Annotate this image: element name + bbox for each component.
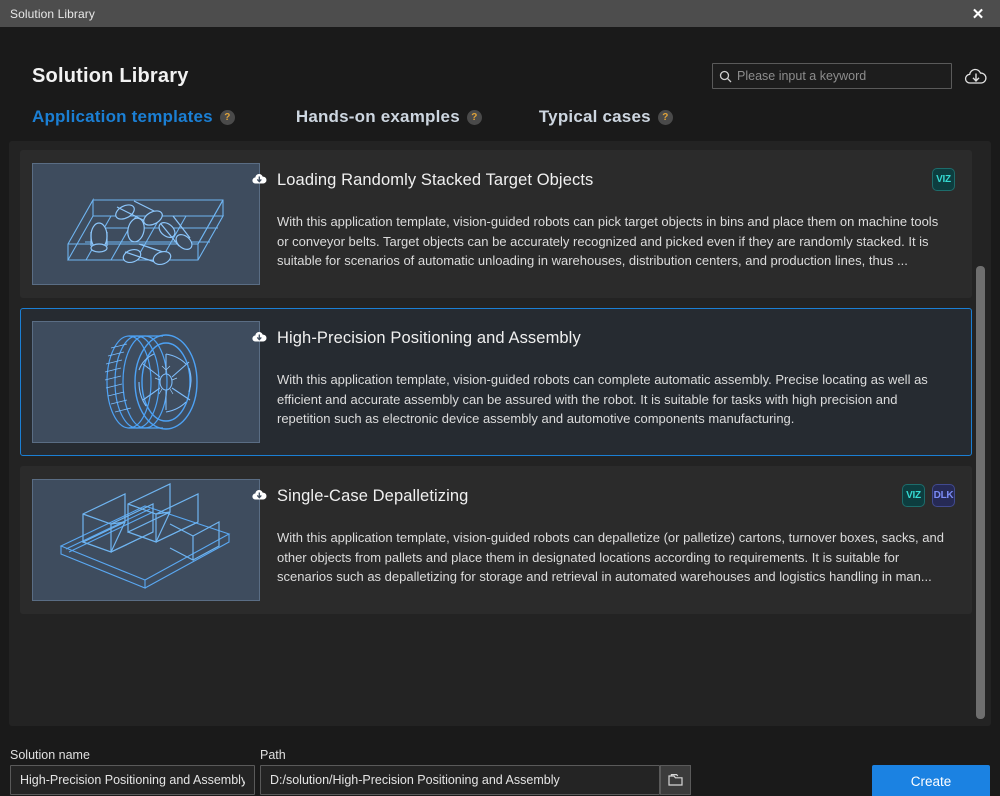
search-box[interactable] (712, 63, 952, 89)
create-button[interactable]: Create (872, 765, 990, 796)
list-item-body: Single-Case Depalletizing With this appl… (260, 467, 971, 613)
tab-application-templates[interactable]: Application templates ? (32, 107, 235, 127)
list-item[interactable]: Loading Randomly Stacked Target Objects … (20, 150, 972, 298)
tab-label: Typical cases (539, 107, 651, 127)
list-item-body: Loading Randomly Stacked Target Objects … (260, 151, 971, 297)
tab-label: Hands-on examples (296, 107, 460, 127)
list-item-description: With this application template, vision-g… (277, 370, 949, 429)
window-titlebar: Solution Library ✕ (0, 0, 1000, 27)
bin-with-cylinders-thumbnail (32, 163, 260, 285)
tire-wheel-thumbnail (32, 321, 260, 443)
window-title: Solution Library (10, 7, 95, 21)
close-icon[interactable]: ✕ (956, 0, 1000, 27)
tab-bar: Application templates ? Hands-on example… (32, 107, 673, 127)
badge-group: VIZ (932, 168, 955, 191)
status-badge: VIZ (902, 484, 925, 507)
badge-group: VIZ DLK (902, 484, 955, 507)
tab-typical-cases[interactable]: Typical cases ? (539, 107, 673, 127)
path-label: Path (260, 748, 286, 762)
solution-name-label: Solution name (10, 748, 90, 762)
list-item[interactable]: Single-Case Depalletizing With this appl… (20, 466, 972, 614)
list-item-title: Loading Randomly Stacked Target Objects (277, 171, 949, 190)
help-icon[interactable]: ? (467, 110, 482, 125)
solution-name-input[interactable] (10, 765, 255, 795)
tab-hands-on-examples[interactable]: Hands-on examples ? (296, 107, 482, 127)
template-list: Loading Randomly Stacked Target Objects … (9, 141, 991, 726)
tab-label: Application templates (32, 107, 213, 127)
list-item-title: Single-Case Depalletizing (277, 487, 949, 506)
status-badge: VIZ (932, 168, 955, 191)
help-icon[interactable]: ? (220, 110, 235, 125)
boxes-on-pallet-thumbnail (32, 479, 260, 601)
page-root: Solution Library Application templates ?… (0, 27, 1000, 796)
status-badge: DLK (932, 484, 955, 507)
folder-icon[interactable] (660, 765, 691, 795)
search-input[interactable] (737, 69, 951, 83)
page-title: Solution Library (32, 65, 189, 88)
list-item-title: High-Precision Positioning and Assembly (277, 329, 949, 348)
list-item[interactable]: High-Precision Positioning and Assembly … (20, 308, 972, 456)
footer-bar: Solution name Path Create (0, 739, 1000, 796)
help-icon[interactable]: ? (658, 110, 673, 125)
list-item-description: With this application template, vision-g… (277, 212, 949, 271)
search-icon (713, 70, 737, 83)
list-item-description: With this application template, vision-g… (277, 528, 949, 587)
cloud-download-icon[interactable] (962, 63, 990, 91)
vertical-scrollbar[interactable] (976, 266, 985, 719)
path-input[interactable] (260, 765, 660, 795)
list-item-body: High-Precision Positioning and Assembly … (260, 309, 971, 455)
